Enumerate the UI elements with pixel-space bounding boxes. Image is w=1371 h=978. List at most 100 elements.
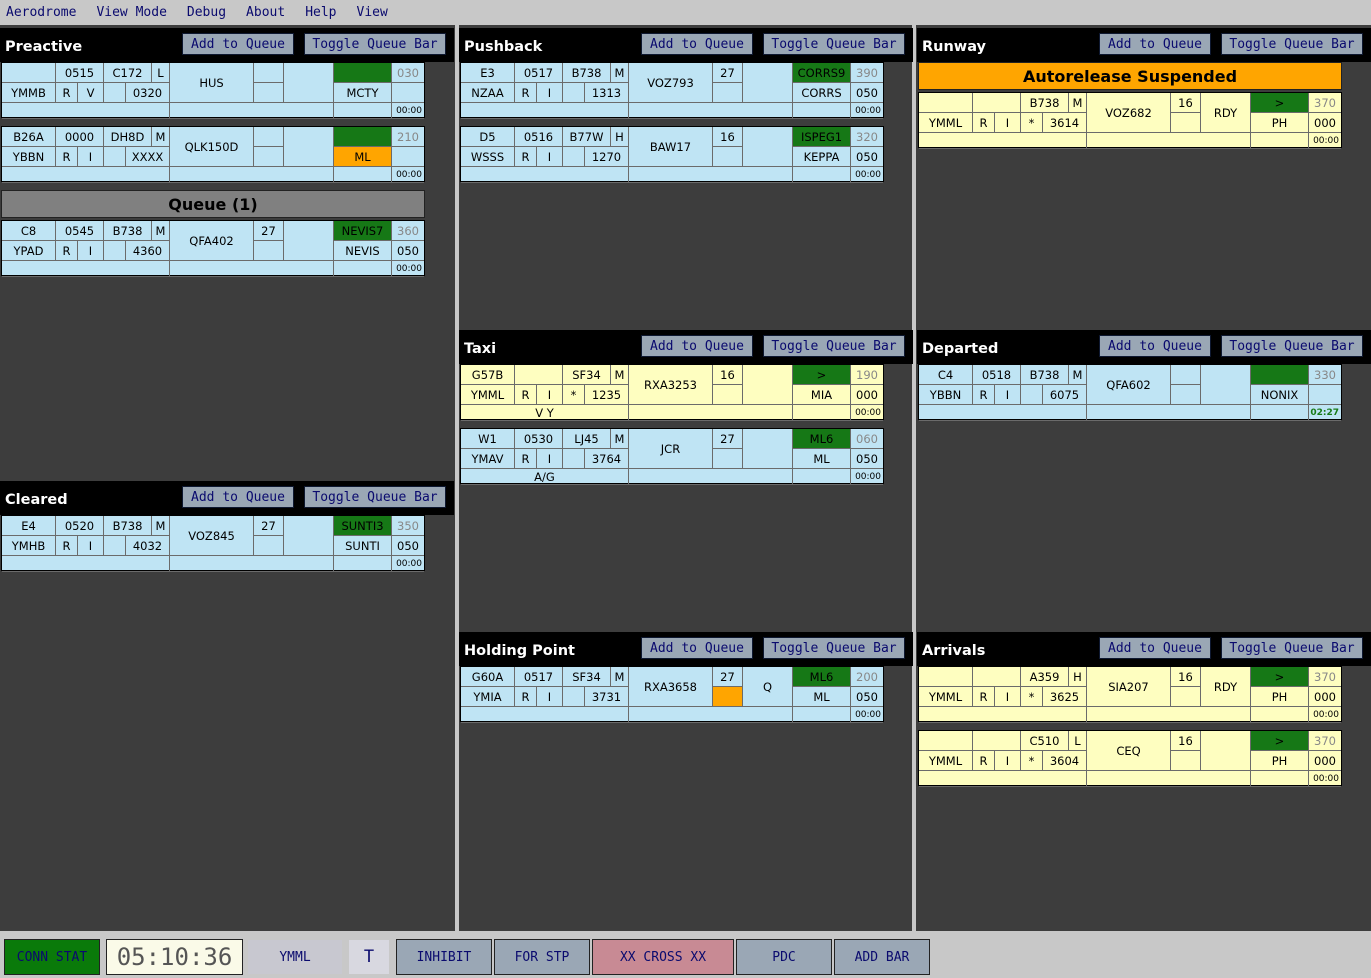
strip-cell-ssr[interactable]: 0518 bbox=[973, 365, 1021, 385]
strip-cell-eobt[interactable]: 1235 bbox=[585, 385, 629, 405]
strip-cell-ssr[interactable] bbox=[973, 93, 1021, 113]
strip-cell-cfl[interactable]: 370 bbox=[1309, 667, 1341, 687]
toggle-queue-bar-button[interactable]: Toggle Queue Bar bbox=[1221, 335, 1363, 357]
strip-cell-wpt[interactable]: NONIX bbox=[1251, 385, 1309, 405]
strip-cell-wpt[interactable]: CORRS bbox=[793, 83, 851, 103]
toggle-queue-bar-button[interactable]: Toggle Queue Bar bbox=[304, 33, 446, 55]
strip-cell-nav[interactable]: I bbox=[78, 241, 104, 261]
add-to-queue-button[interactable]: Add to Queue bbox=[1099, 33, 1211, 55]
strip-cell-nav[interactable]: I bbox=[78, 147, 104, 167]
strip-cell-type[interactable]: B77W bbox=[563, 127, 611, 147]
strip-cell-bay[interactable]: C8 bbox=[2, 221, 56, 241]
strip-cell-blank2[interactable] bbox=[793, 167, 851, 183]
strip-cell-type[interactable]: B738 bbox=[104, 221, 152, 241]
strip-cell-type[interactable]: B738 bbox=[1021, 93, 1069, 113]
strip-cell-rules[interactable]: R bbox=[56, 241, 78, 261]
strip-cell-alt[interactable]: 050 bbox=[392, 536, 424, 556]
menu-help[interactable]: Help bbox=[305, 5, 336, 20]
strip-cell-rmk[interactable]: V Y bbox=[461, 405, 629, 421]
flight-strip[interactable]: C8 0545 B738 M QFA402 27 NEVIS7 360 YPAD R I 4360 NE… bbox=[1, 220, 425, 277]
strip-cell-sid[interactable] bbox=[334, 63, 392, 83]
strip-cell-ssr[interactable]: 0516 bbox=[515, 127, 563, 147]
strip-cell-cfl[interactable]: 200 bbox=[851, 667, 883, 687]
strip-cell-rmk[interactable] bbox=[2, 556, 170, 572]
strip-cell-rules[interactable]: R bbox=[515, 687, 537, 707]
toggle-queue-bar-button[interactable]: Toggle Queue Bar bbox=[1221, 637, 1363, 659]
strip-cell-star[interactable] bbox=[104, 147, 126, 167]
strip-cell-alt2[interactable] bbox=[713, 687, 743, 707]
strip-cell-wtc[interactable]: M bbox=[1069, 365, 1087, 385]
strip-cell-blank2[interactable] bbox=[334, 261, 392, 277]
strip-cell-alt[interactable]: 000 bbox=[1309, 687, 1341, 707]
strip-cell-rules[interactable]: R bbox=[515, 449, 537, 469]
strip-cell-time[interactable]: 00:00 bbox=[392, 261, 424, 277]
toggle-queue-bar-button[interactable]: Toggle Queue Bar bbox=[763, 335, 905, 357]
strip-cell-blank2[interactable] bbox=[793, 707, 851, 723]
strip-cell-alt2[interactable] bbox=[1171, 113, 1201, 133]
strip-cell-star[interactable] bbox=[104, 536, 126, 556]
strip-cell-time[interactable]: 00:00 bbox=[851, 469, 883, 485]
strip-cell-cfl[interactable]: 370 bbox=[1309, 731, 1341, 751]
strip-cell-rules[interactable]: R bbox=[973, 385, 995, 405]
strip-cell-sid[interactable]: > bbox=[793, 365, 851, 385]
strip-cell-callsign[interactable]: VOZ845 bbox=[170, 516, 254, 556]
strip-cell-time[interactable]: 00:00 bbox=[851, 167, 883, 183]
strip-cell-time[interactable]: 00:00 bbox=[392, 556, 424, 572]
strip-cell-time[interactable]: 00:00 bbox=[1309, 771, 1341, 787]
strip-cell-extra[interactable] bbox=[743, 63, 793, 103]
flight-strip[interactable]: E3 0517 B738 M VOZ793 27 CORRS9 390 NZAA R I 1313 CO… bbox=[460, 62, 884, 119]
strip-cell-callsign[interactable]: SIA207 bbox=[1087, 667, 1171, 707]
strip-cell-dest[interactable]: YMHB bbox=[2, 536, 56, 556]
strip-cell-blank2[interactable] bbox=[334, 103, 392, 119]
strip-cell-wtc[interactable]: M bbox=[152, 221, 170, 241]
strip-cell-wpt[interactable]: ML bbox=[793, 449, 851, 469]
strip-cell-eobt[interactable]: XXXX bbox=[126, 147, 170, 167]
strip-cell-wtc[interactable]: M bbox=[611, 429, 629, 449]
strip-cell-rmk[interactable] bbox=[919, 133, 1087, 149]
strip-cell-bay[interactable]: B26A bbox=[2, 127, 56, 147]
strip-cell-rwy[interactable] bbox=[1171, 365, 1201, 385]
strip-cell-time[interactable]: 00:00 bbox=[851, 103, 883, 119]
strip-cell-alt2[interactable] bbox=[713, 147, 743, 167]
strip-cell-alt2[interactable] bbox=[254, 241, 284, 261]
strip-cell-rwy[interactable]: 16 bbox=[713, 365, 743, 385]
strip-cell-extra[interactable] bbox=[743, 127, 793, 167]
strip-cell-ssr[interactable] bbox=[515, 365, 563, 385]
strip-cell-type[interactable]: C510 bbox=[1021, 731, 1069, 751]
strip-cell-dest[interactable]: WSSS bbox=[461, 147, 515, 167]
strip-cell-dest[interactable]: YMML bbox=[461, 385, 515, 405]
strip-cell-sid[interactable] bbox=[1251, 365, 1309, 385]
strip-cell-rmk[interactable] bbox=[2, 261, 170, 277]
queue-bar[interactable]: Queue (1) bbox=[1, 190, 425, 218]
strip-cell-nav[interactable]: I bbox=[995, 687, 1021, 707]
strip-cell-wpt[interactable]: KEPPA bbox=[793, 147, 851, 167]
strip-cell-wpt[interactable]: MCTY bbox=[334, 83, 392, 103]
strip-cell-eobt[interactable]: 3731 bbox=[585, 687, 629, 707]
menu-view-mode[interactable]: View Mode bbox=[96, 5, 166, 20]
strip-cell-rules[interactable]: R bbox=[515, 147, 537, 167]
strip-cell-cfl[interactable]: 190 bbox=[851, 365, 883, 385]
strip-cell-rwy[interactable]: 27 bbox=[254, 221, 284, 241]
strip-cell-callsign[interactable]: BAW17 bbox=[629, 127, 713, 167]
strip-cell-blank[interactable] bbox=[1087, 771, 1251, 787]
strip-cell-rwy[interactable]: 27 bbox=[713, 429, 743, 449]
strip-cell-eobt[interactable]: 1270 bbox=[585, 147, 629, 167]
strip-cell-callsign[interactable]: QFA402 bbox=[170, 221, 254, 261]
strip-cell-ssr[interactable]: 0545 bbox=[56, 221, 104, 241]
strip-cell-callsign[interactable]: RXA3253 bbox=[629, 365, 713, 405]
strip-cell-type[interactable]: B738 bbox=[104, 516, 152, 536]
strip-cell-alt[interactable]: 000 bbox=[851, 385, 883, 405]
conn-stat-button[interactable]: CONN STAT bbox=[4, 939, 100, 975]
strip-cell-alt[interactable]: 050 bbox=[851, 449, 883, 469]
strip-cell-star[interactable] bbox=[1021, 385, 1043, 405]
strip-cell-rules[interactable]: R bbox=[515, 83, 537, 103]
strip-cell-nav[interactable]: I bbox=[537, 147, 563, 167]
strip-cell-wtc[interactable]: M bbox=[1069, 93, 1087, 113]
strip-cell-nav[interactable]: I bbox=[78, 536, 104, 556]
aerodrome-selector[interactable]: YMML bbox=[247, 939, 343, 975]
strip-cell-cfl[interactable]: 350 bbox=[392, 516, 424, 536]
strip-cell-alt2[interactable] bbox=[1171, 687, 1201, 707]
strip-cell-dest[interactable]: NZAA bbox=[461, 83, 515, 103]
strip-cell-rmk[interactable] bbox=[2, 103, 170, 119]
t-button[interactable]: T bbox=[348, 939, 390, 975]
